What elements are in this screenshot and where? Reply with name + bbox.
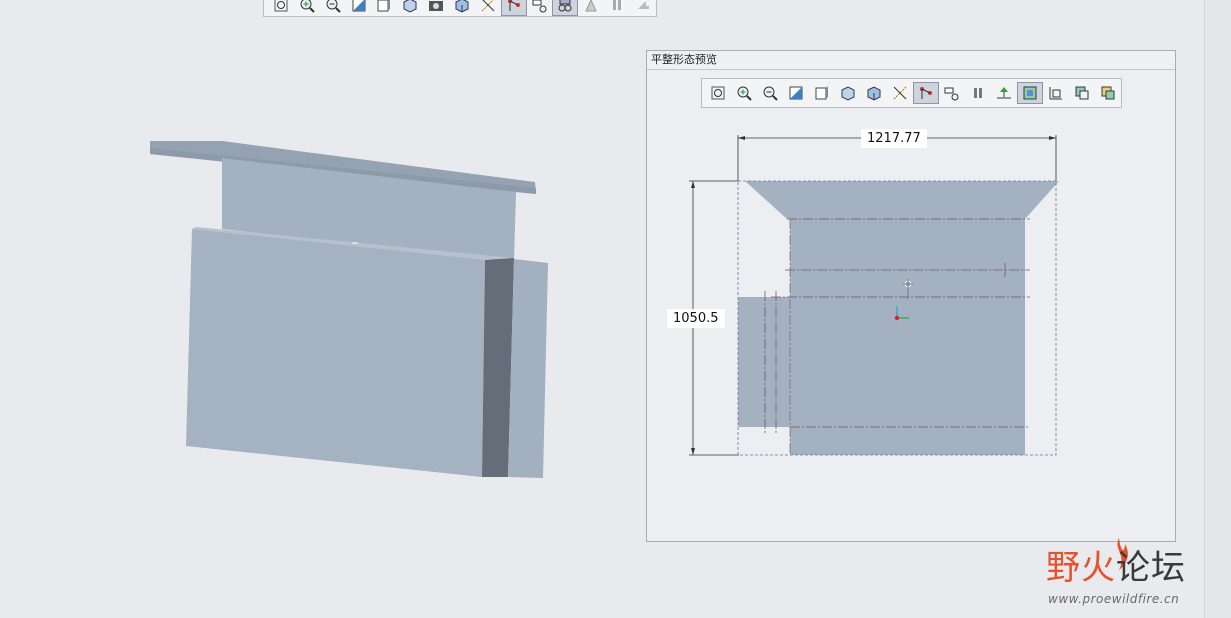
- copy-icon[interactable]: [1069, 82, 1095, 104]
- snapshot-icon[interactable]: [423, 0, 449, 16]
- spin-center-icon[interactable]: [913, 82, 939, 104]
- display-style-icon[interactable]: [449, 0, 475, 16]
- redo-icon[interactable]: [630, 0, 656, 16]
- spin-center-icon[interactable]: [500, 0, 527, 16]
- repaint-icon[interactable]: [783, 82, 809, 104]
- model-3d-view[interactable]: [0, 0, 620, 618]
- box-front-face: [186, 229, 485, 477]
- zoom-fit-icon[interactable]: [268, 0, 294, 16]
- saved-views-icon[interactable]: [371, 0, 397, 16]
- zoom-in-icon[interactable]: [731, 82, 757, 104]
- flat-left-tab: [738, 297, 790, 427]
- zoom-fit-icon[interactable]: [705, 82, 731, 104]
- layer-icon[interactable]: [1017, 82, 1043, 104]
- appearance-icon[interactable]: [552, 0, 579, 16]
- watermark-lt: 论坛: [1116, 548, 1186, 588]
- preview-viewport[interactable]: [647, 51, 1177, 543]
- model-tree-icon[interactable]: [578, 0, 604, 16]
- annotation-display-icon[interactable]: [527, 0, 553, 16]
- flat-top-trapezoid: [745, 181, 1059, 219]
- repaint-icon[interactable]: [346, 0, 372, 16]
- graphics-toolbar: [263, 0, 657, 17]
- width-dimension-label[interactable]: 1217.77: [861, 129, 927, 148]
- dimension-icon[interactable]: [1043, 82, 1069, 104]
- pause-icon[interactable]: [965, 82, 991, 104]
- zoom-in-icon[interactable]: [294, 0, 320, 16]
- watermark-huo: 火: [1081, 548, 1116, 588]
- zoom-out-icon[interactable]: [320, 0, 346, 16]
- watermark-ye: 野: [1046, 548, 1081, 588]
- watermark-logo: 野火论坛: [1046, 548, 1186, 588]
- display-style-icon[interactable]: [861, 82, 887, 104]
- zoom-out-icon[interactable]: [757, 82, 783, 104]
- flatten-icon[interactable]: [991, 82, 1017, 104]
- saved-views-icon[interactable]: [809, 82, 835, 104]
- annotation-display-icon[interactable]: [939, 82, 965, 104]
- view-manager-icon[interactable]: [397, 0, 423, 16]
- flat-state-preview-panel: 平整形态预览 1217.77 1050.5: [646, 50, 1176, 542]
- height-dimension-label[interactable]: 1050.5: [667, 309, 725, 328]
- side-flange: [508, 259, 548, 478]
- view-manager-icon[interactable]: [835, 82, 861, 104]
- datum-display-icon[interactable]: [475, 0, 501, 16]
- paste-icon[interactable]: [1095, 82, 1121, 104]
- pause-icon[interactable]: [604, 0, 630, 16]
- right-panel-edge: [1204, 0, 1231, 618]
- flat-main-body: [790, 219, 1025, 455]
- preview-toolbar: [701, 78, 1122, 108]
- datum-display-icon[interactable]: [887, 82, 913, 104]
- watermark-url: www.proewildfire.cn: [1048, 592, 1180, 606]
